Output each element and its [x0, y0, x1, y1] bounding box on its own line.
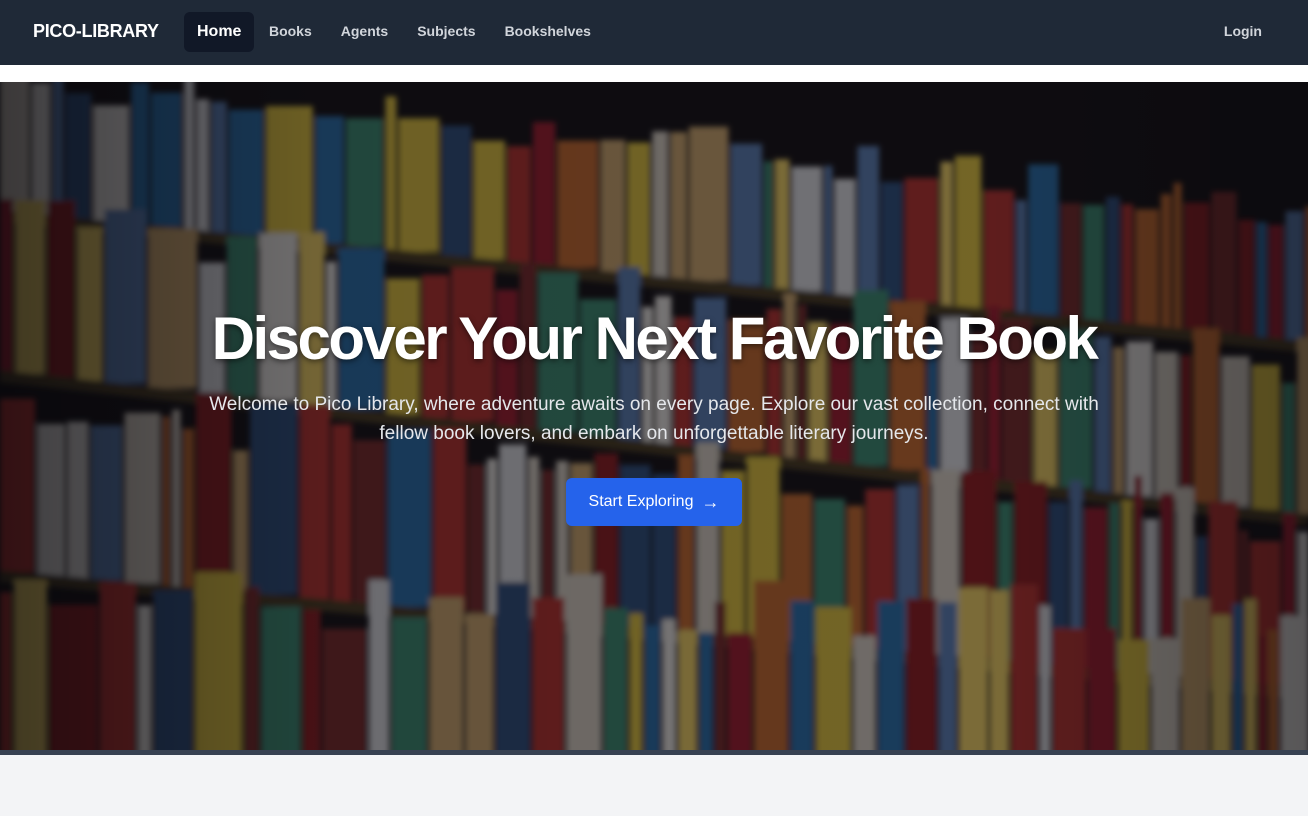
header-spacer: [0, 65, 1308, 82]
login-link[interactable]: Login: [1224, 23, 1262, 39]
hero-subtitle: Welcome to Pico Library, where adventure…: [209, 394, 1099, 444]
nav-link-agents[interactable]: Agents: [326, 12, 402, 52]
start-exploring-button[interactable]: Start Exploring →: [566, 478, 742, 526]
brand-logo[interactable]: PICO-LIBRARY: [33, 21, 159, 42]
start-exploring-label: Start Exploring: [588, 493, 694, 510]
hero-section: Discover Your Next Favorite Book Welcome…: [0, 82, 1308, 750]
hero-title: Discover Your Next Favorite Book: [211, 305, 1099, 372]
nav-link-bookshelves[interactable]: Bookshelves: [490, 12, 605, 52]
nav-link-books[interactable]: Books: [254, 12, 326, 52]
top-navbar: PICO-LIBRARY Home Books Agents Subjects …: [0, 0, 1308, 65]
nav-link-subjects[interactable]: Subjects: [403, 12, 490, 52]
nav-links: Home Books Agents Subjects Bookshelves: [184, 12, 605, 52]
arrow-right-icon: →: [701, 491, 720, 512]
hero-bottom-border: [0, 750, 1308, 755]
hero-content: Discover Your Next Favorite Book Welcome…: [0, 82, 1308, 750]
nav-link-home[interactable]: Home: [184, 12, 255, 52]
